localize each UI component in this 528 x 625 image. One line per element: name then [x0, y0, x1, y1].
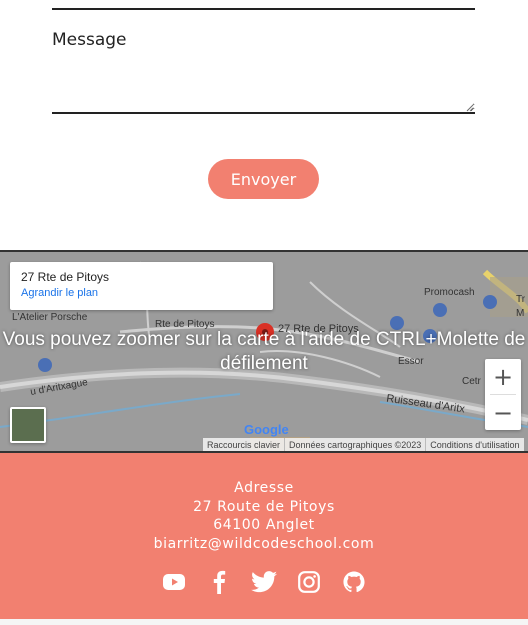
google-logo: Google: [244, 422, 289, 437]
address-title: Adresse: [234, 480, 294, 496]
satellite-toggle[interactable]: [10, 407, 46, 443]
message-field[interactable]: [52, 56, 475, 114]
zoom-in-button[interactable]: +: [485, 359, 521, 394]
message-label: Message: [52, 30, 127, 50]
address-street: 27 Route de Pitoys: [193, 498, 335, 515]
previous-field-underline: [52, 8, 475, 10]
map-card-title: 27 Rte de Pitoys: [21, 270, 110, 284]
map-label-promocash: Promocash: [424, 287, 475, 298]
map-label-tr: Tr: [516, 294, 526, 305]
resize-grip-icon[interactable]: [466, 104, 474, 112]
instagram-icon[interactable]: [296, 569, 322, 595]
address-block: Adresse 27 Route de Pitoys 64100 Anglet …: [0, 479, 528, 553]
zoom-out-button[interactable]: −: [485, 395, 521, 430]
map-info-card: 27 Rte de Pitoys Agrandir le plan: [10, 262, 273, 310]
keyboard-shortcuts-link[interactable]: Raccourcis clavier: [203, 438, 284, 451]
send-button[interactable]: Envoyer: [208, 159, 319, 199]
contact-email[interactable]: biarritz@wildcodeschool.com: [0, 535, 528, 554]
address-city: 64100 Anglet: [213, 517, 315, 533]
youtube-icon[interactable]: [161, 569, 187, 595]
map-label-m: M: [516, 308, 525, 319]
enlarge-map-link[interactable]: Agrandir le plan: [21, 287, 262, 299]
map-data-credit: Données cartographiques ©2023: [284, 438, 425, 451]
page-bottom-strip: [0, 619, 528, 625]
terms-link[interactable]: Conditions d'utilisation: [425, 438, 523, 451]
social-links: [0, 569, 528, 595]
github-icon[interactable]: [341, 569, 367, 595]
contact-form: Message Envoyer: [0, 0, 528, 250]
zoom-control: + −: [485, 359, 521, 430]
footer: Adresse 27 Route de Pitoys 64100 Anglet …: [0, 453, 528, 619]
map-label-cetr: Cetr: [462, 376, 481, 387]
map-attribution: Raccourcis clavier Données cartographiqu…: [203, 438, 524, 451]
zoom-hint-overlay: Vous pouvez zoomer sur la carte à l'aide…: [2, 329, 526, 374]
map-label-atelier: L'Atelier Porsche: [12, 312, 88, 323]
map-embed[interactable]: 27 Rte de Pitoys Agrandir le plan L'Atel…: [0, 250, 528, 453]
facebook-icon[interactable]: [206, 569, 232, 595]
twitter-icon[interactable]: [251, 569, 277, 595]
